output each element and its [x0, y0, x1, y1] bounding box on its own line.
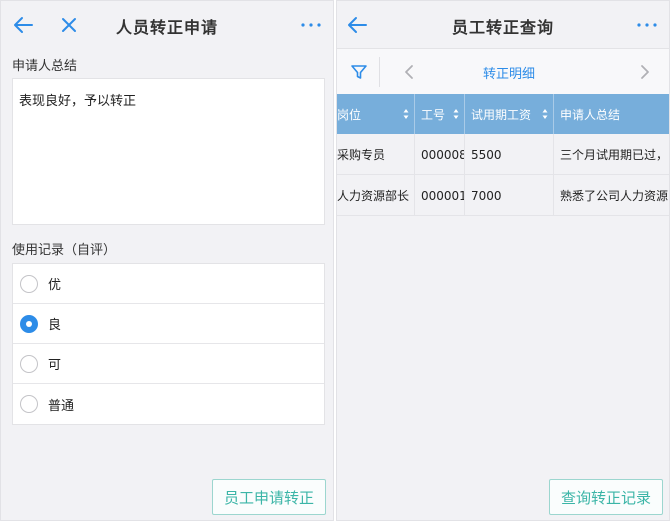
query-records-button[interactable]: 查询转正记录 [549, 479, 663, 515]
detail-toolbar: 转正明细 [337, 48, 669, 94]
record-label: 使用记录（自评） [12, 243, 117, 258]
radio-option-fair[interactable]: 可 [13, 344, 324, 384]
column-header-id[interactable]: 工号 [415, 94, 465, 134]
table-cell: 5500 [465, 134, 554, 175]
tab-detail[interactable]: 转正明细 [379, 63, 639, 82]
apply-screen: 人员转正申请 申请人总结 表现良好，予以转正 使用记录（自评） 优 良 可 普通… [0, 0, 334, 521]
summary-textarea[interactable]: 表现良好，予以转正 [12, 78, 325, 225]
table-cell: 000001 [415, 175, 465, 216]
page-title: 人员转正申请 [115, 18, 218, 37]
table-cell: 三个月试用期已过， [554, 134, 669, 175]
radio-icon [20, 354, 38, 373]
records-table: 岗位 工号 试用期工资 申请人总结 采购专员 000008 5500 三个月试用… [337, 94, 669, 520]
radio-label: 普通 [48, 398, 75, 414]
sort-icon [542, 109, 548, 119]
apply-header: 人员转正申请 [1, 1, 333, 48]
column-header-position[interactable]: 岗位 [337, 94, 415, 134]
query-header: 员工转正查询 [337, 1, 669, 48]
table-row[interactable]: 采购专员 000008 5500 三个月试用期已过， [337, 134, 669, 175]
table-header: 岗位 工号 试用期工资 申请人总结 [337, 94, 669, 134]
radio-label: 优 [48, 278, 62, 293]
table-cell: 采购专员 [337, 134, 415, 175]
filter-icon[interactable] [345, 58, 373, 86]
sort-icon [403, 109, 409, 119]
more-icon[interactable] [633, 11, 661, 39]
table-cell: 人力资源部长 [337, 175, 415, 216]
table-cell: 7000 [465, 175, 554, 216]
radio-option-excellent[interactable]: 优 [13, 264, 324, 304]
radio-label: 良 [48, 318, 62, 333]
chevron-right-icon[interactable] [631, 58, 659, 86]
column-label: 申请人总结 [560, 107, 621, 122]
sort-icon [453, 109, 459, 119]
rating-radio-group: 优 良 可 普通 [12, 263, 325, 425]
radio-label: 可 [48, 358, 62, 373]
column-header-salary[interactable]: 试用期工资 [465, 94, 554, 134]
query-screen: 员工转正查询 转正明细 岗位 工号 试用期工资 申请人总结 采购专员 00000… [336, 0, 670, 521]
apply-button[interactable]: 员工申请转正 [212, 479, 326, 515]
column-label: 试用期工资 [471, 107, 532, 122]
column-header-summary[interactable]: 申请人总结 [554, 94, 669, 134]
radio-icon [20, 314, 38, 333]
more-icon[interactable] [297, 11, 325, 39]
summary-label: 申请人总结 [12, 59, 78, 74]
radio-icon [20, 274, 38, 293]
radio-option-average[interactable]: 普通 [13, 384, 324, 424]
radio-option-good[interactable]: 良 [13, 304, 324, 344]
table-cell: 熟悉了公司人力资源 [554, 175, 669, 216]
page-title: 员工转正查询 [451, 18, 554, 37]
column-label: 工号 [421, 107, 446, 122]
table-row[interactable]: 人力资源部长 000001 7000 熟悉了公司人力资源 [337, 175, 669, 216]
column-label: 岗位 [337, 107, 362, 122]
table-cell: 000008 [415, 134, 465, 175]
radio-icon [20, 395, 38, 413]
